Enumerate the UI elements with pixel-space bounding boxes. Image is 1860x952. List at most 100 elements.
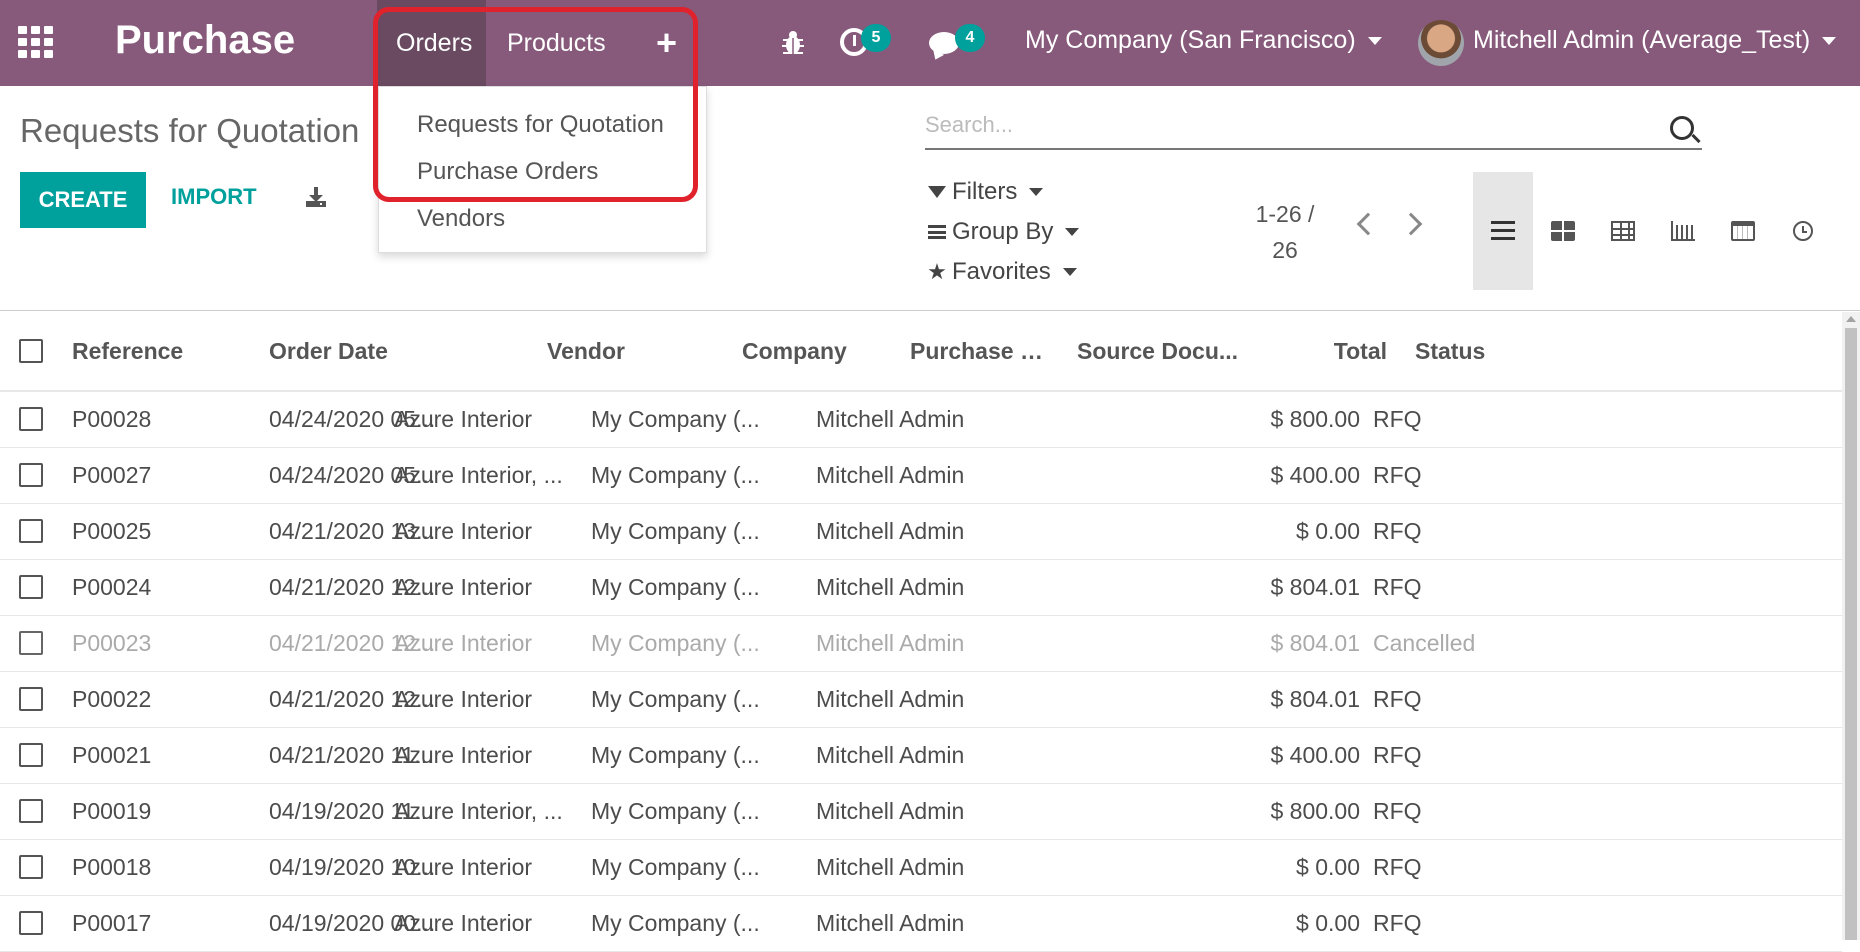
row-checkbox[interactable] (19, 407, 43, 432)
cell-vendor: Azure Interior (394, 727, 591, 784)
create-button[interactable]: CREATE (20, 172, 146, 228)
download-icon[interactable] (305, 186, 327, 208)
cell-vendor: Azure Interior (394, 559, 591, 616)
cell-total: $ 804.01 (1200, 559, 1360, 616)
messages-count-badge: 4 (955, 24, 985, 52)
group-by-toggle[interactable]: Group By (927, 218, 1080, 246)
column-header-company[interactable]: Company (664, 312, 861, 392)
row-checkbox[interactable] (19, 631, 43, 655)
scroll-up-arrow-icon[interactable] (1846, 316, 1856, 322)
table-row[interactable]: P00019 04/19/2020 11... Azure Interior, ..… (0, 783, 1842, 840)
table-row[interactable]: P00027 04/24/2020 05... Azure Interior, ..… (0, 447, 1842, 504)
import-button[interactable]: IMPORT (171, 184, 257, 210)
cell-reference: P00019 (72, 783, 269, 840)
table-row[interactable]: P00021 04/21/2020 11... Azure Interior My C… (0, 727, 1842, 784)
column-header-reference[interactable]: Reference (72, 312, 269, 392)
graph-view-button[interactable] (1653, 172, 1713, 290)
table-row[interactable]: P00028 04/24/2020 05... Azure Interior My C… (0, 391, 1842, 448)
pivot-view-button[interactable] (1593, 172, 1653, 290)
row-checkbox[interactable] (19, 575, 43, 599)
column-header-vendor[interactable]: Vendor (467, 312, 664, 392)
kanban-view-button[interactable] (1533, 172, 1593, 290)
row-checkbox[interactable] (19, 855, 43, 879)
activity-view-button[interactable] (1773, 172, 1833, 290)
cell-total: $ 804.01 (1200, 671, 1360, 728)
cell-total: $ 0.00 (1200, 895, 1360, 952)
list-scrollbar[interactable] (1842, 312, 1860, 940)
group-by-bars-icon (927, 225, 947, 239)
table-row[interactable]: P00025 04/21/2020 13... Azure Interior My C… (0, 503, 1842, 560)
calendar-view-icon (1731, 221, 1755, 241)
column-header-order-date[interactable]: Order Date (269, 312, 467, 392)
row-checkbox[interactable] (19, 799, 43, 823)
dropdown-item-vendors[interactable]: Vendors (417, 205, 505, 233)
rfq-list-table: Reference Order Date Vendor Company Purc… (0, 312, 1842, 952)
pager-value[interactable]: 1-26 / 26 (1250, 196, 1320, 268)
cell-reference: P00024 (72, 559, 269, 616)
cell-total: $ 800.00 (1200, 391, 1360, 448)
row-checkbox[interactable] (19, 911, 43, 935)
column-header-purchase-rep[interactable]: Purchase Re... (861, 312, 1058, 392)
calendar-view-button[interactable] (1713, 172, 1773, 290)
group-by-caret-icon (1065, 228, 1080, 236)
search-icon[interactable] (1670, 116, 1694, 140)
cell-purchase-rep: Mitchell Admin (816, 727, 1013, 784)
company-switcher[interactable]: My Company (San Francisco) (1025, 26, 1382, 55)
cell-vendor: Azure Interior (394, 671, 591, 728)
user-avatar[interactable] (1418, 20, 1464, 66)
company-caret-icon (1367, 37, 1382, 46)
row-select-cell (0, 503, 72, 560)
row-checkbox[interactable] (19, 743, 43, 767)
pager-total: 26 (1272, 237, 1298, 263)
red-highlight-annotation (373, 7, 698, 202)
row-checkbox[interactable] (19, 519, 43, 543)
table-row[interactable]: P00018 04/19/2020 10... Azure Interior My C… (0, 839, 1842, 896)
cell-status: RFQ (1373, 391, 1800, 448)
list-view-button[interactable] (1473, 172, 1533, 290)
select-all-cell (0, 312, 72, 392)
table-row[interactable]: P00023 04/21/2020 12... Azure Interior My C… (0, 615, 1842, 672)
favorites-label: Favorites (952, 258, 1051, 285)
row-select-cell (0, 727, 72, 784)
search-input[interactable] (925, 110, 1645, 138)
cell-total: $ 0.00 (1200, 839, 1360, 896)
apps-menu-icon[interactable] (18, 26, 54, 58)
table-header-row: Reference Order Date Vendor Company Purc… (0, 312, 1842, 392)
column-header-source-document[interactable]: Source Docu... (1058, 312, 1255, 392)
cell-purchase-rep: Mitchell Admin (816, 503, 1013, 560)
cell-reference: P00028 (72, 391, 269, 448)
pager-previous-icon[interactable] (1356, 212, 1380, 236)
table-row[interactable]: P00024 04/21/2020 12... Azure Interior My C… (0, 559, 1842, 616)
cell-reference: P00023 (72, 615, 269, 672)
cell-purchase-rep: Mitchell Admin (816, 447, 1013, 504)
debug-bug-icon[interactable] (781, 30, 805, 56)
table-row[interactable]: P00017 04/19/2020 00... Azure Interior My C… (0, 895, 1842, 952)
cell-company: My Company (... (591, 391, 788, 448)
cell-vendor: Azure Interior, ... (394, 783, 591, 840)
cell-vendor: Azure Interior (394, 503, 591, 560)
cell-company: My Company (... (591, 727, 788, 784)
filter-funnel-icon (927, 186, 947, 198)
pivot-view-icon (1611, 221, 1635, 241)
table-row[interactable]: P00022 04/21/2020 12... Azure Interior My C… (0, 671, 1842, 728)
cell-company: My Company (... (591, 615, 788, 672)
scrollbar-thumb[interactable] (1845, 328, 1857, 940)
kanban-view-icon (1551, 221, 1575, 241)
activity-view-icon (1793, 221, 1813, 241)
cell-company: My Company (... (591, 671, 788, 728)
app-brand[interactable]: Purchase (115, 18, 295, 63)
cell-company: My Company (... (591, 783, 788, 840)
user-name: Mitchell Admin (Average_Test) (1473, 26, 1811, 54)
column-header-status[interactable]: Status (1415, 312, 1842, 392)
filters-toggle[interactable]: Filters (927, 178, 1044, 206)
select-all-checkbox[interactable] (19, 339, 43, 363)
cell-status: Cancelled (1373, 615, 1800, 672)
favorites-toggle[interactable]: ★ Favorites (927, 258, 1077, 286)
pager-next-icon[interactable] (1399, 212, 1423, 236)
row-checkbox[interactable] (19, 687, 43, 711)
group-by-label: Group By (952, 218, 1054, 245)
cell-reference: P00025 (72, 503, 269, 560)
row-checkbox[interactable] (19, 463, 43, 487)
column-header-total[interactable]: Total (1255, 312, 1415, 392)
user-menu[interactable]: Mitchell Admin (Average_Test) (1473, 26, 1837, 55)
